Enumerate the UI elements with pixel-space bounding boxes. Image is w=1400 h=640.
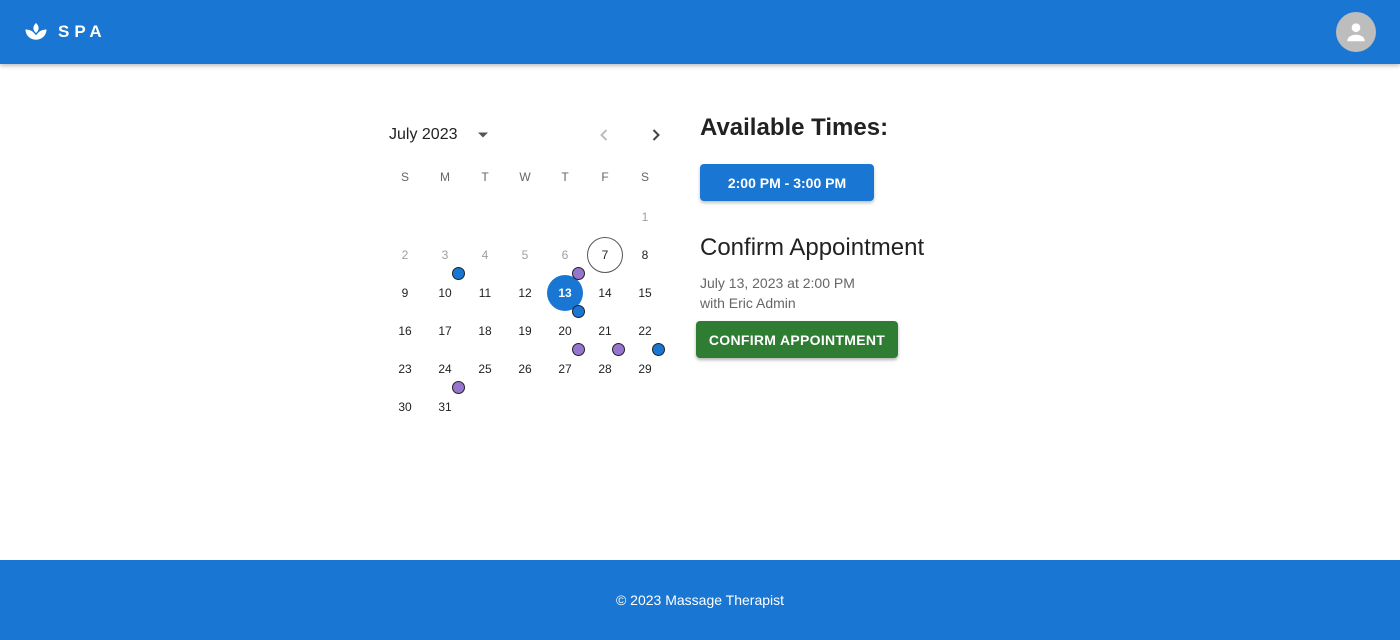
calendar-day-29[interactable]: 29 bbox=[627, 351, 663, 387]
calendar-day-14[interactable]: 14 bbox=[587, 275, 623, 311]
calendar-day-2: 2 bbox=[401, 248, 409, 262]
calendar-day-19[interactable]: 19 bbox=[507, 313, 543, 349]
appointment-marker-dot bbox=[452, 267, 465, 280]
appointment-datetime: July 13, 2023 at 2:00 PM bbox=[700, 275, 855, 291]
appointment-marker-dot bbox=[652, 343, 665, 356]
weekday-label: S bbox=[400, 170, 409, 184]
calendar-day-5: 5 bbox=[521, 248, 529, 262]
calendar-day-10[interactable]: 10 bbox=[427, 275, 463, 311]
person-icon bbox=[1347, 23, 1365, 42]
date-calendar: July 2023 S M T W T F S 1 2 3 4 5 6 7 8 9 10 11 12 13 14 15 16… bbox=[380, 112, 676, 432]
weekday-label: S bbox=[640, 170, 649, 184]
home-logo-link[interactable]: SPA bbox=[24, 20, 107, 44]
calendar-day-16[interactable]: 16 bbox=[387, 313, 423, 349]
calendar-day-17[interactable]: 17 bbox=[427, 313, 463, 349]
appointment-marker-dot bbox=[612, 343, 625, 356]
weekday-label: M bbox=[440, 170, 450, 184]
month-dropdown-button[interactable] bbox=[472, 124, 494, 146]
time-slot-button[interactable]: 2:00 PM - 3:00 PM bbox=[700, 164, 874, 201]
calendar-day-28[interactable]: 28 bbox=[587, 351, 623, 387]
calendar-day-11[interactable]: 11 bbox=[467, 275, 503, 311]
appointment-marker-dot bbox=[572, 267, 585, 280]
weekday-label: T bbox=[561, 170, 569, 184]
available-times-heading: Available Times: bbox=[700, 114, 889, 141]
calendar-day-15[interactable]: 15 bbox=[627, 275, 663, 311]
lotus-icon bbox=[25, 23, 47, 40]
confirm-appointment-button[interactable]: CONFIRM APPOINTMENT bbox=[696, 321, 898, 358]
weekday-label: T bbox=[481, 170, 489, 184]
month-label: July 2023 bbox=[389, 126, 458, 143]
appointment-marker-dot bbox=[572, 343, 585, 356]
calendar-day-12[interactable]: 12 bbox=[507, 275, 543, 311]
calendar-header: July 2023 bbox=[380, 112, 676, 156]
calendar-day-18[interactable]: 18 bbox=[467, 313, 503, 349]
next-month-button[interactable] bbox=[644, 123, 668, 147]
appointment-therapist: with Eric Admin bbox=[700, 295, 796, 311]
calendar-day-30[interactable]: 30 bbox=[387, 389, 423, 425]
chevron-right-icon bbox=[652, 129, 660, 141]
footer-copyright: © 2023 Massage Therapist bbox=[615, 592, 785, 608]
previous-month-button[interactable] bbox=[592, 123, 616, 147]
calendar-day-25[interactable]: 25 bbox=[467, 351, 503, 387]
app-bar: SPA bbox=[0, 0, 1400, 64]
appointment-marker-dot bbox=[572, 305, 585, 318]
calendar-day-7[interactable]: 7 bbox=[587, 237, 623, 273]
weekday-label: W bbox=[519, 170, 531, 184]
user-avatar-button[interactable] bbox=[1336, 12, 1376, 52]
weekday-label: F bbox=[601, 170, 609, 184]
chevron-left-icon bbox=[600, 129, 608, 141]
appointment-marker-dot bbox=[452, 381, 465, 394]
logo-text: SPA bbox=[58, 22, 107, 41]
calendar-day-8[interactable]: 8 bbox=[627, 237, 663, 273]
calendar-day-23[interactable]: 23 bbox=[387, 351, 423, 387]
calendar-day-26[interactable]: 26 bbox=[507, 351, 543, 387]
confirm-appointment-heading: Confirm Appointment bbox=[700, 234, 925, 261]
calendar-day-27[interactable]: 27 bbox=[547, 351, 583, 387]
calendar-day-4: 4 bbox=[481, 248, 489, 262]
calendar-day-9[interactable]: 9 bbox=[387, 275, 423, 311]
calendar-day-31[interactable]: 31 bbox=[427, 389, 463, 425]
calendar-day-1: 1 bbox=[641, 210, 649, 224]
caret-down-icon bbox=[478, 132, 488, 138]
page-footer: © 2023 Massage Therapist bbox=[0, 560, 1400, 640]
